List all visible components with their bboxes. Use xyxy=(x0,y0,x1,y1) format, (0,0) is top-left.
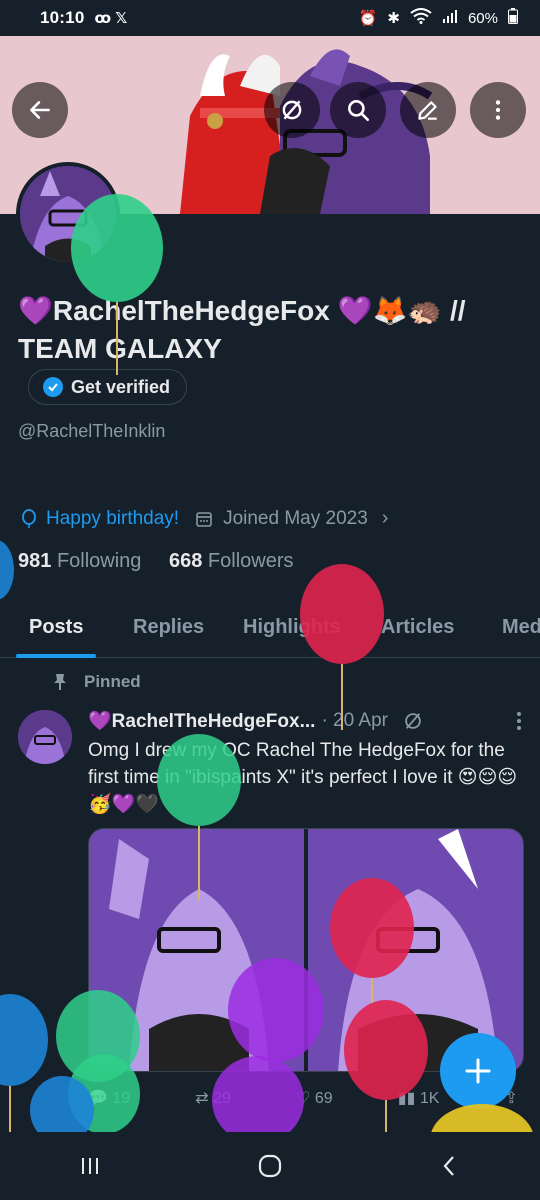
battery-icon xyxy=(508,8,518,28)
signal-icon xyxy=(442,8,458,28)
pinned-indicator: Pinned xyxy=(52,672,141,692)
avatar-artwork xyxy=(20,166,116,262)
tweet-image-1[interactable] xyxy=(89,829,304,1071)
profile-handle: @RachelTheInklin xyxy=(18,421,166,441)
following-link[interactable]: 981 Following xyxy=(18,550,141,572)
tab-replies[interactable]: Replies xyxy=(133,616,204,639)
home-icon[interactable] xyxy=(257,1153,283,1179)
view-count: 1K xyxy=(419,1090,440,1107)
active-tab-indicator xyxy=(16,654,96,658)
tweet-media[interactable] xyxy=(88,828,524,1072)
balloon-blue-2 xyxy=(0,994,48,1132)
battery-text: 60% xyxy=(467,9,498,27)
status-right-icons: ⏰ ✱ 60% xyxy=(359,8,518,28)
profile-tabs: Posts Replies Highlights Articles Media xyxy=(0,600,540,658)
pencil-icon xyxy=(418,101,437,120)
search-icon xyxy=(348,100,370,122)
profile-meta: Happy birthday! Joined May 2023 › xyxy=(20,507,388,530)
followers-count: 668 xyxy=(168,550,203,572)
grok-button[interactable] xyxy=(264,82,320,138)
tab-articles[interactable]: Articles xyxy=(381,616,454,639)
following-label: Following xyxy=(56,550,142,572)
retweet-button[interactable]: ⇄ 29 xyxy=(195,1088,231,1108)
views-button[interactable]: ▮▮ 1K xyxy=(398,1088,440,1108)
following-count: 981 xyxy=(18,550,52,572)
tab-posts[interactable]: Posts xyxy=(29,616,83,639)
joined-date: Joined May 2023 xyxy=(223,507,368,529)
reply-count: 19 xyxy=(112,1090,131,1107)
compose-button[interactable] xyxy=(440,1033,516,1109)
tweet-avatar[interactable] xyxy=(18,710,72,764)
verified-badge-icon xyxy=(43,377,63,397)
balloon-blue-1 xyxy=(0,540,14,600)
status-time: 10:10 xyxy=(40,8,85,27)
balloon-icon xyxy=(22,508,36,528)
tab-highlights[interactable]: Highlights xyxy=(243,616,341,639)
birthday-link[interactable]: Happy birthday! xyxy=(46,508,179,530)
followers-link[interactable]: 668 Followers xyxy=(169,550,294,572)
more-options-button[interactable] xyxy=(470,82,526,138)
android-nav-bar xyxy=(0,1132,540,1200)
search-button[interactable] xyxy=(330,82,386,138)
tweet-header: 💜RachelTheHedgeFox... · 20 Apr xyxy=(88,709,528,733)
tweet-avatar-artwork xyxy=(18,710,72,764)
chevron-right-icon[interactable]: › xyxy=(382,507,389,530)
reply-button[interactable]: 💬 19 xyxy=(88,1088,130,1108)
back-button[interactable] xyxy=(12,82,68,138)
bluetooth-icon: ✱ xyxy=(387,10,400,27)
status-bar: 10:10 ꝏ 𝕏 ⏰ ✱ 60% xyxy=(0,0,540,36)
tweet-author-name[interactable]: 💜RachelTheHedgeFox... xyxy=(88,709,315,733)
display-name: 💜RachelTheHedgeFox 💜🦊🦔 // TEAM GALAXY xyxy=(18,295,466,364)
tweet-more-icon[interactable] xyxy=(516,711,522,731)
followers-label: Followers xyxy=(207,550,294,572)
back-arrow-icon xyxy=(30,101,50,119)
status-notification-icons: ꝏ 𝕏 xyxy=(94,10,128,27)
like-count: 69 xyxy=(314,1090,333,1107)
more-vertical-icon xyxy=(495,100,501,120)
calendar-icon xyxy=(196,511,212,527)
get-verified-label: Get verified xyxy=(71,376,171,397)
wifi-icon xyxy=(410,8,432,28)
retweet-count: 29 xyxy=(213,1090,231,1107)
plus-icon xyxy=(465,1058,491,1084)
profile-avatar[interactable] xyxy=(16,162,120,266)
alarm-icon: ⏰ xyxy=(358,10,378,27)
edit-button[interactable] xyxy=(400,82,456,138)
tweet-date[interactable]: · 20 Apr xyxy=(321,710,388,732)
tab-media[interactable]: Media xyxy=(502,616,540,639)
tweet-text: Omg I drew my OC Rachel The HedgeFox for… xyxy=(88,740,518,815)
back-nav-icon[interactable] xyxy=(438,1154,462,1178)
grok-icon[interactable] xyxy=(402,710,424,732)
get-verified-button[interactable]: Get verified xyxy=(28,369,188,405)
grok-icon xyxy=(282,100,302,120)
tweet-image-1-artwork xyxy=(89,829,303,1071)
follow-stats: 981 Following 668 Followers xyxy=(18,550,294,573)
pinned-label: Pinned xyxy=(84,672,141,691)
pin-icon xyxy=(54,674,66,690)
like-button[interactable]: ♡ 69 xyxy=(296,1088,333,1108)
recent-apps-icon[interactable] xyxy=(78,1154,102,1178)
